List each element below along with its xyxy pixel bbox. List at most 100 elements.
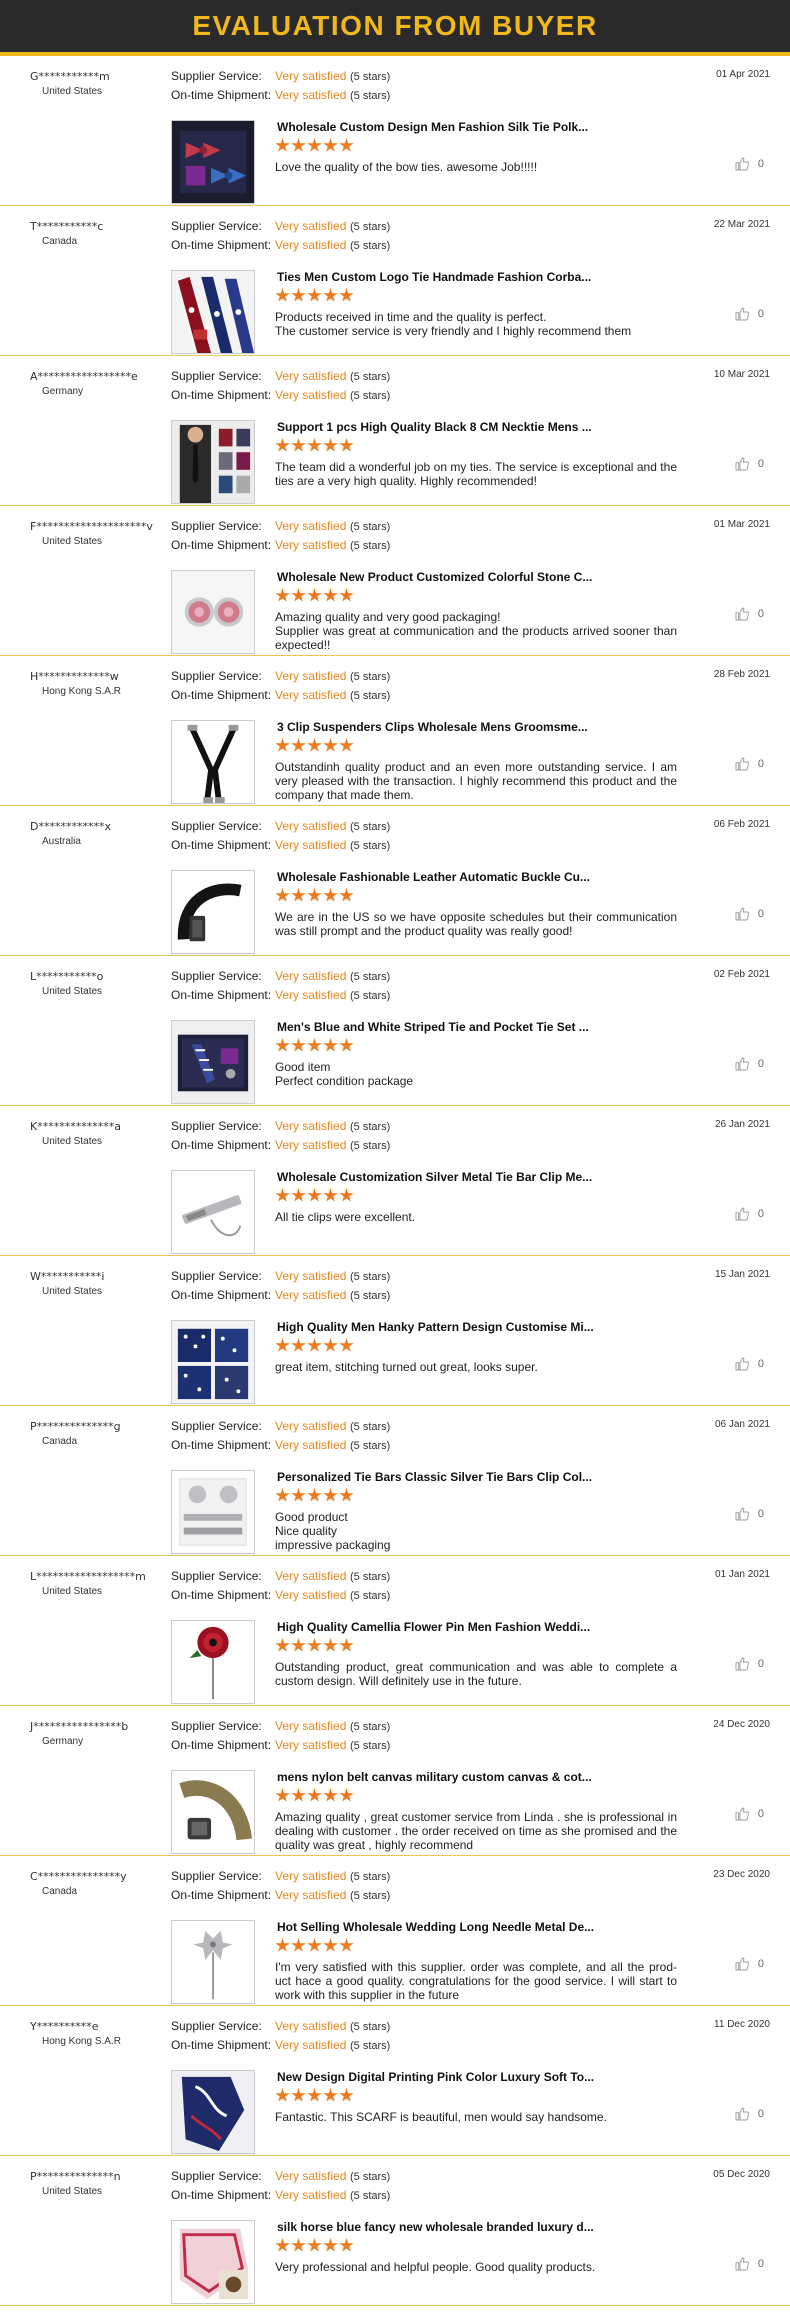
supplier-service-stars: (5 stars)	[350, 1571, 391, 1583]
buyer-country: Canada	[42, 236, 78, 247]
buyer-name: T***********c	[30, 220, 104, 233]
product-title-link[interactable]: 3 Clip Suspenders Clips Wholesale Mens G…	[277, 720, 588, 734]
product-image[interactable]	[171, 570, 255, 654]
supplier-service-label: Supplier Service:	[171, 1569, 262, 1583]
like-count: 0	[757, 2108, 764, 2120]
supplier-service-label: Supplier Service:	[171, 69, 262, 83]
like-count: 0	[757, 1958, 764, 1970]
like-button[interactable]: 0	[734, 306, 764, 322]
supplier-service-rating: Very satisfied	[275, 519, 347, 533]
product-image[interactable]	[171, 1470, 255, 1554]
product-title-link[interactable]: High Quality Men Hanky Pattern Design Cu…	[277, 1320, 594, 1334]
like-button[interactable]: 0	[734, 156, 764, 172]
product-title-link[interactable]: Men's Blue and White Striped Tie and Poc…	[277, 1020, 589, 1034]
product-image[interactable]	[171, 2070, 255, 2154]
shipment-row: On-time Shipment: Very satisfied (5 stars)	[171, 1888, 390, 1902]
buyer-name: C***************y	[30, 1870, 127, 1883]
product-image[interactable]	[171, 720, 255, 804]
like-button[interactable]: 0	[734, 1056, 764, 1072]
rating-star-icon	[275, 138, 290, 152]
product-image[interactable]	[171, 420, 255, 504]
like-button[interactable]: 0	[734, 906, 764, 922]
product-title-link[interactable]: Support 1 pcs High Quality Black 8 CM Ne…	[277, 420, 592, 434]
like-button[interactable]: 0	[734, 2256, 764, 2272]
review-item: W***********i United States Supplier Servi…	[0, 1256, 790, 1406]
supplier-service-row: Supplier Service: Very satisfied (5 stars)	[171, 669, 390, 683]
buyer-country: Canada	[42, 1436, 78, 1447]
like-button[interactable]: 0	[734, 606, 764, 622]
like-button[interactable]: 0	[734, 1806, 764, 1822]
like-count: 0	[757, 758, 764, 770]
rating-star-icon	[339, 2238, 354, 2252]
product-title-link[interactable]: Wholesale Customization Silver Metal Tie…	[277, 1170, 592, 1184]
supplier-service-stars: (5 stars)	[350, 1421, 391, 1433]
buyer-country: United States	[42, 1136, 103, 1147]
product-title-link[interactable]: mens nylon belt canvas military custom c…	[277, 1770, 592, 1784]
review-comment: Very professional and helpful people. Go…	[275, 2260, 596, 2274]
product-image[interactable]	[171, 120, 255, 204]
shipment-row: On-time Shipment: Very satisfied (5 stars)	[171, 1738, 390, 1752]
buyer-country: United States	[42, 1586, 103, 1597]
shipment-label: On-time Shipment:	[171, 1588, 272, 1602]
product-title-link[interactable]: High Quality Camellia Flower Pin Men Fas…	[277, 1620, 590, 1634]
rating-star-icon	[323, 1188, 338, 1202]
product-title-link[interactable]: Personalized Tie Bars Classic Silver Tie…	[277, 1470, 592, 1484]
supplier-service-row: Supplier Service: Very satisfied (5 stars)	[171, 369, 390, 383]
product-title-link[interactable]: silk horse blue fancy new wholesale bran…	[277, 2220, 594, 2234]
shipment-stars: (5 stars)	[350, 1290, 391, 1302]
review-date: 15 Jan 2021	[714, 1269, 770, 1280]
product-title-link[interactable]: Wholesale New Product Customized Colorfu…	[277, 570, 592, 584]
shipment-stars: (5 stars)	[350, 2040, 391, 2052]
product-image[interactable]	[171, 1920, 255, 2004]
product-image[interactable]	[171, 270, 255, 354]
product-image[interactable]	[171, 1020, 255, 1104]
supplier-service-label: Supplier Service:	[171, 1869, 262, 1883]
product-image[interactable]	[171, 1620, 255, 1704]
shipment-rating: Very satisfied	[275, 1888, 347, 1902]
shipment-stars: (5 stars)	[350, 390, 391, 402]
like-button[interactable]: 0	[734, 456, 764, 472]
like-button[interactable]: 0	[734, 756, 764, 772]
review-item: H*************w Hong Kong S.A.R Supplier S…	[0, 656, 790, 806]
buyer-name: L******************m	[30, 1570, 146, 1583]
like-button[interactable]: 0	[734, 1656, 764, 1672]
rating-stars	[275, 1638, 354, 1654]
like-button[interactable]: 0	[734, 1956, 764, 1972]
thumbs-up-icon	[735, 1657, 749, 1671]
shipment-row: On-time Shipment: Very satisfied (5 stars)	[171, 238, 390, 252]
supplier-service-stars: (5 stars)	[350, 371, 391, 383]
rating-stars	[275, 288, 354, 304]
product-image[interactable]	[171, 1170, 255, 1254]
supplier-service-row: Supplier Service: Very satisfied (5 stars)	[171, 1119, 390, 1133]
like-button[interactable]: 0	[734, 1506, 764, 1522]
review-item: G***********m United States Supplier Servi…	[0, 56, 790, 206]
shipment-row: On-time Shipment: Very satisfied (5 stars)	[171, 2038, 390, 2052]
thumbs-up-icon	[735, 1357, 749, 1371]
supplier-service-label: Supplier Service:	[171, 519, 262, 533]
shipment-rating: Very satisfied	[275, 1288, 347, 1302]
like-button[interactable]: 0	[734, 1206, 764, 1222]
product-image[interactable]	[171, 1320, 255, 1404]
product-title-link[interactable]: Hot Selling Wholesale Wedding Long Needl…	[277, 1920, 594, 1934]
buyer-name: D************x	[30, 820, 111, 833]
review-date: 01 Apr 2021	[716, 69, 770, 80]
product-title-link[interactable]: Wholesale Custom Design Men Fashion Silk…	[277, 120, 588, 134]
buyer-name: G***********m	[30, 70, 110, 83]
shipment-rating: Very satisfied	[275, 388, 347, 402]
buyer-country: United States	[42, 86, 103, 97]
product-image[interactable]	[171, 870, 255, 954]
supplier-service-row: Supplier Service: Very satisfied (5 stars)	[171, 219, 390, 233]
rating-star-icon	[291, 288, 306, 302]
rating-star-icon	[339, 1638, 354, 1652]
review-date: 05 Dec 2020	[713, 2169, 770, 2180]
like-button[interactable]: 0	[734, 1356, 764, 1372]
supplier-service-stars: (5 stars)	[350, 71, 391, 83]
product-image[interactable]	[171, 1770, 255, 1854]
product-image[interactable]	[171, 2220, 255, 2304]
product-title-link[interactable]: Ties Men Custom Logo Tie Handmade Fashio…	[277, 270, 591, 284]
like-button[interactable]: 0	[734, 2106, 764, 2122]
rating-star-icon	[339, 1788, 354, 1802]
product-title-link[interactable]: Wholesale Fashionable Leather Automatic …	[277, 870, 590, 884]
supplier-service-label: Supplier Service:	[171, 2019, 262, 2033]
product-title-link[interactable]: New Design Digital Printing Pink Color L…	[277, 2070, 594, 2084]
